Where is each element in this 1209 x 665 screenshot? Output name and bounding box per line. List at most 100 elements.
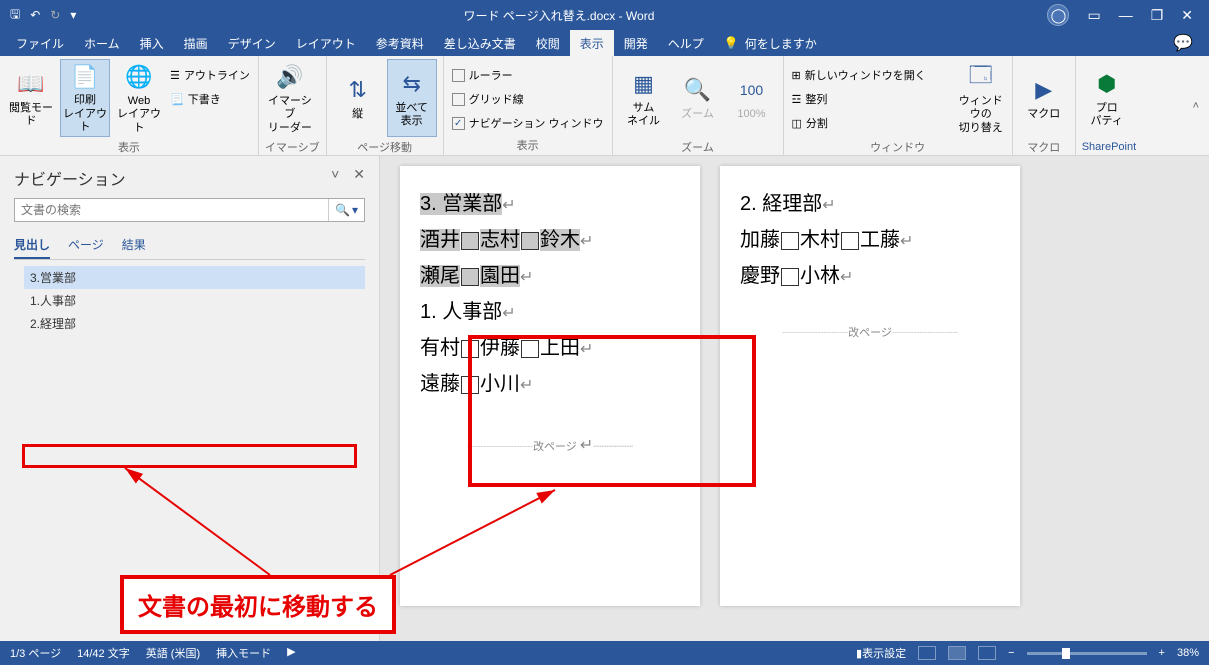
search-box[interactable]: 🔍▾ — [14, 198, 365, 222]
restore-icon[interactable]: ❐ — [1151, 7, 1164, 24]
annotation-doc-highlight — [468, 335, 756, 487]
search-button[interactable]: 🔍▾ — [328, 199, 364, 221]
ruler-checkbox[interactable]: ルーラー — [450, 63, 606, 87]
thumbnails-icon: ▦ — [628, 68, 660, 100]
page-break-text: 改ページ — [848, 327, 892, 339]
view-web-button[interactable] — [978, 646, 996, 660]
qat-more-icon[interactable]: ▾ — [70, 8, 76, 22]
paragraph-mark-icon: ↵ — [822, 197, 835, 214]
status-bar: 1/3 ページ 14/42 文字 英語 (米国) 挿入モード ▶ ▮表示設定 −… — [0, 641, 1209, 665]
group-window: ⊞新しいウィンドウを開く ☲整列 ◫分割 🗔 ウィンドウの 切り替え ウィンドウ — [784, 56, 1013, 155]
print-layout-button[interactable]: 📄 印刷 レイアウト — [60, 59, 110, 137]
close-icon[interactable]: ✕ — [1181, 7, 1193, 24]
gridlines-checkbox[interactable]: グリッド線 — [450, 87, 606, 111]
read-mode-icon: 📖 — [15, 68, 47, 100]
group-zoom: ▦ サム ネイル 🔍 ズーム 100 100% ズーム — [613, 56, 784, 155]
navtab-headings[interactable]: 見出し — [14, 232, 50, 259]
zoom-out-button[interactable]: − — [1008, 647, 1014, 659]
status-insert-mode[interactable]: 挿入モード — [216, 645, 271, 661]
nav-item-accounting[interactable]: 2.経理部 — [24, 312, 365, 335]
annotation-callout-text: 文書の最初に移動する — [138, 594, 378, 621]
doc-text: 有村 — [420, 337, 460, 359]
tab-layout[interactable]: レイアウト — [286, 30, 366, 57]
tab-mailings[interactable]: 差し込み文書 — [434, 30, 526, 57]
doc-text: 園田 — [480, 265, 520, 287]
share-icon[interactable]: 💬 — [1173, 33, 1203, 53]
tab-developer[interactable]: 開発 — [614, 30, 658, 57]
outline-button[interactable]: ☰アウトライン — [168, 63, 252, 87]
navtab-results[interactable]: 結果 — [122, 232, 146, 259]
web-layout-icon: 🌐 — [123, 61, 155, 93]
status-language[interactable]: 英語 (米国) — [146, 645, 200, 661]
window-controls: ◯ ▭ — ❐ ✕ — [1031, 4, 1209, 26]
properties-button[interactable]: ⬢ プロ パティ — [1082, 59, 1132, 137]
web-layout-button[interactable]: 🌐 Web レイアウト — [114, 59, 164, 137]
outline-icon: ☰ — [170, 69, 180, 82]
side-by-side-button[interactable]: ⇆ 並べて 表示 — [387, 59, 437, 137]
view-print-button[interactable] — [948, 646, 966, 660]
account-avatar-icon[interactable]: ◯ — [1047, 4, 1069, 26]
undo-icon[interactable]: ↶ — [30, 8, 40, 22]
tab-help[interactable]: ヘルプ — [658, 30, 714, 57]
collapse-ribbon-button[interactable]: ˄ — [1183, 56, 1209, 155]
paragraph-mark-icon: ↵ — [900, 233, 913, 250]
doc-text: 酒井 — [420, 229, 460, 251]
redo-icon[interactable]: ↻ — [50, 8, 60, 22]
arrange-icon: ☲ — [792, 93, 802, 106]
read-mode-button[interactable]: 📖 閲覧モード — [6, 59, 56, 137]
group-show: ルーラー グリッド線 ✓ナビゲーション ウィンドウ 表示 — [444, 56, 613, 155]
view-read-button[interactable] — [918, 646, 936, 660]
tab-references[interactable]: 参考資料 — [366, 30, 434, 57]
nav-item-hr[interactable]: 1.人事部 — [24, 289, 365, 312]
navpane-close-icon[interactable]: ✕ — [353, 166, 365, 183]
doc-text: 志村 — [480, 229, 520, 251]
new-window-button[interactable]: ⊞新しいウィンドウを開く — [790, 63, 928, 87]
paragraph-mark-icon: ↵ — [520, 269, 533, 286]
navpane-title: ナビゲーション — [14, 166, 365, 190]
split-icon: ◫ — [792, 117, 802, 130]
macros-button[interactable]: ▶ マクロ — [1019, 59, 1069, 137]
zoom-slider-thumb[interactable] — [1062, 648, 1070, 659]
vertical-button[interactable]: ⇅ 縦 — [333, 59, 383, 137]
title-bar: 🖫 ↶ ↻ ▾ ワード ページ入れ替え.docx - Word ◯ ▭ — ❐ … — [0, 0, 1209, 30]
zoom-level[interactable]: 38% — [1177, 647, 1199, 659]
group-views-label: 表示 — [6, 137, 252, 157]
group-immersive-label: イマーシブ — [265, 137, 320, 157]
zoom-in-button[interactable]: + — [1159, 647, 1165, 659]
macro-record-icon[interactable]: ▶ — [287, 645, 295, 661]
minimize-icon[interactable]: — — [1119, 7, 1133, 23]
status-word-count[interactable]: 14/42 文字 — [77, 645, 130, 661]
draft-button[interactable]: 📃下書き — [168, 87, 252, 111]
tell-me-search[interactable]: 💡 何をしますか — [724, 35, 817, 52]
switch-windows-button[interactable]: 🗔 ウィンドウの 切り替え — [956, 59, 1006, 137]
window-title: ワード ページ入れ替え.docx - Word — [86, 7, 1031, 24]
checkbox-icon — [452, 93, 465, 106]
zoom-button: 🔍 ズーム — [673, 59, 723, 137]
tab-review[interactable]: 校閲 — [526, 30, 570, 57]
status-page[interactable]: 1/3 ページ — [10, 645, 61, 661]
tab-view[interactable]: 表示 — [570, 30, 614, 57]
doc-heading-sales: 3. 営業部 — [420, 193, 502, 215]
paragraph-mark-icon: ↵ — [502, 305, 515, 322]
ribbon-display-icon[interactable]: ▭ — [1087, 7, 1100, 24]
tab-design[interactable]: デザイン — [218, 30, 286, 57]
group-macro: ▶ マクロ マクロ — [1013, 56, 1076, 155]
zoom-slider[interactable] — [1027, 652, 1147, 655]
nav-item-sales[interactable]: 3.営業部 — [24, 266, 365, 289]
navpane-checkbox[interactable]: ✓ナビゲーション ウィンドウ — [450, 111, 606, 135]
display-settings-button[interactable]: ▮表示設定 — [856, 645, 906, 661]
tab-draw[interactable]: 描画 — [174, 30, 218, 57]
search-input[interactable] — [15, 199, 328, 221]
navpane-chevron-down-icon[interactable]: ˅ — [331, 166, 339, 183]
arrange-button[interactable]: ☲整列 — [790, 87, 928, 111]
search-icon: 🔍 — [335, 203, 350, 217]
tab-file[interactable]: ファイル — [6, 30, 74, 57]
split-button[interactable]: ◫分割 — [790, 111, 928, 135]
tab-insert[interactable]: 挿入 — [130, 30, 174, 57]
save-icon[interactable]: 🖫 — [10, 5, 20, 26]
annotation-callout: 文書の最初に移動する — [120, 575, 396, 634]
tab-home[interactable]: ホーム — [74, 30, 130, 57]
thumbnails-button[interactable]: ▦ サム ネイル — [619, 59, 669, 137]
immersive-reader-button[interactable]: 🔊 イマーシブ リーダー — [265, 59, 315, 137]
navtab-pages[interactable]: ページ — [68, 232, 104, 259]
